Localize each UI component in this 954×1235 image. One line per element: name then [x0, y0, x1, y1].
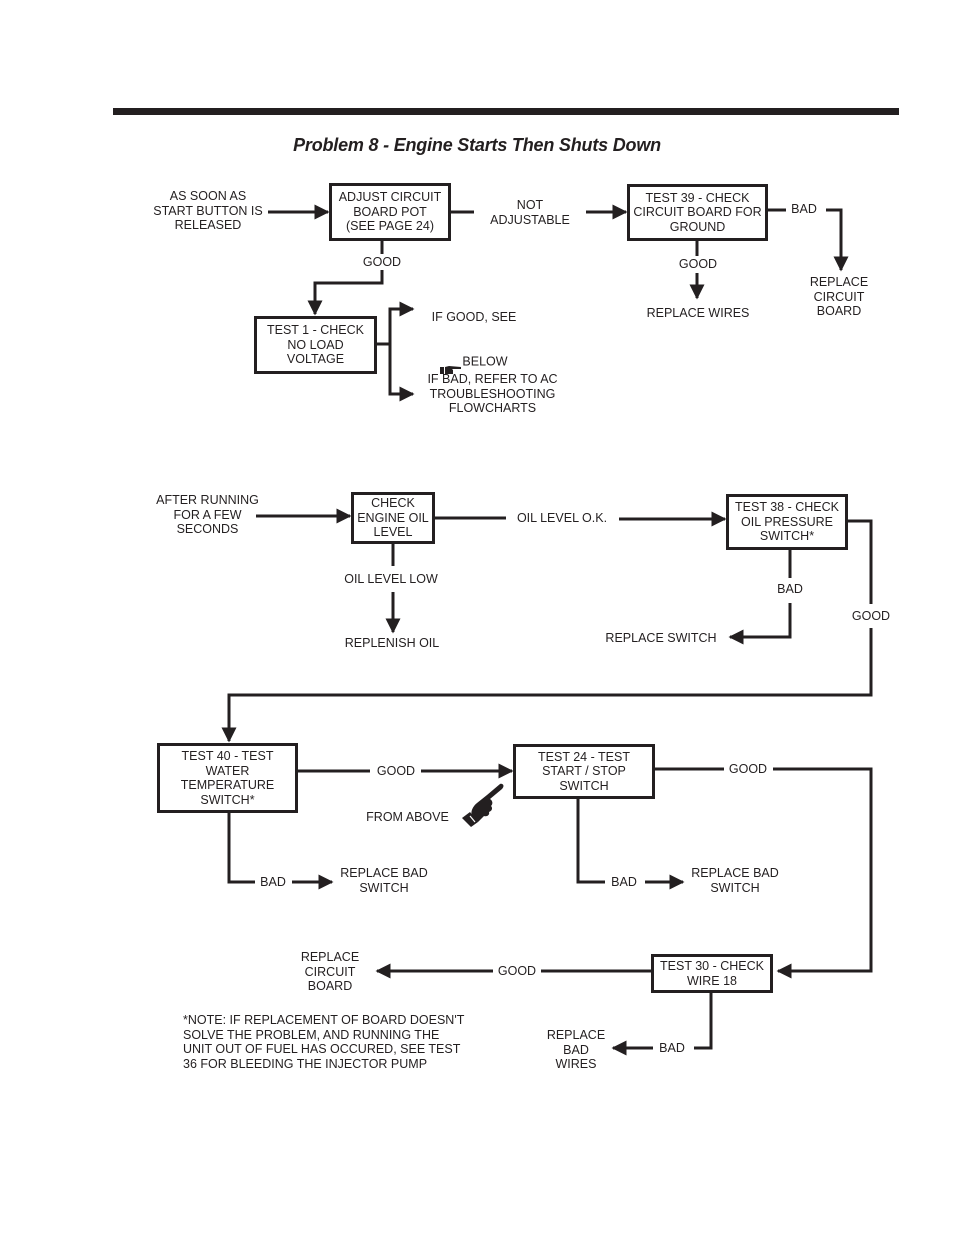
connector-lines: [221, 204, 873, 1056]
arrow-test1-bad: [388, 344, 415, 402]
label-test38-bad: BAD: [777, 582, 803, 596]
pointing-hand-icon: [460, 782, 506, 833]
start-condition-2: AFTER RUNNING FOR A FEW SECONDS: [156, 493, 259, 536]
arrow-good-to-test40: [221, 628, 873, 743]
label-oil-low: OIL LEVEL LOW: [344, 572, 438, 586]
label-test30-good: GOOD: [497, 964, 537, 978]
label-test39-bad: BAD: [791, 202, 817, 216]
if-good-line1: IF GOOD, SEE: [431, 310, 517, 324]
box-test24: TEST 24 - TEST START / STOP SWITCH: [513, 744, 655, 799]
arrow-test1-good: [388, 301, 415, 344]
label-test39-good: GOOD: [678, 257, 718, 271]
label-test24-bad: BAD: [611, 875, 637, 889]
box-test30: TEST 30 - CHECK WIRE 18: [651, 954, 773, 993]
label-if-good: IF GOOD, SEE BELOW: [424, 290, 524, 380]
label-from-above: FROM ABOVE: [366, 810, 449, 824]
label-pot-good: GOOD: [362, 255, 402, 269]
result-replace-board-2: REPLACE CIRCUIT BOARD: [300, 950, 360, 993]
arrow-bad-to-replace-switch: [728, 603, 792, 645]
footnote: *NOTE: IF REPLACEMENT OF BOARD DOESN'T S…: [183, 1013, 465, 1071]
arrow-bad-to-replace-board: [826, 208, 849, 272]
result-replenish-oil: REPLENISH OIL: [344, 636, 440, 650]
line-test38-good-top: [848, 519, 873, 604]
arrow-good-to-test30: [773, 767, 873, 979]
line-test30-bad: [694, 992, 713, 1050]
result-replace-bad-wires: REPLACE BAD WIRES: [546, 1028, 606, 1071]
result-replace-wires: REPLACE WIRES: [646, 306, 750, 320]
box-adjust-pot: ADJUST CIRCUIT BOARD POT (SEE PAGE 24): [329, 183, 451, 241]
label-if-bad: IF BAD, REFER TO AC TROUBLESHOOTING FLOW…: [427, 372, 558, 415]
label-test24-good: GOOD: [728, 762, 768, 776]
result-replace-bad-switch-2: REPLACE BAD SWITCH: [691, 866, 779, 895]
box-test38: TEST 38 - CHECK OIL PRESSURE SWITCH*: [726, 494, 848, 550]
label-not-adjustable: NOT ADJUSTABLE: [490, 198, 570, 227]
result-replace-board-1: REPLACE CIRCUIT BOARD: [809, 275, 869, 318]
box-test39: TEST 39 - CHECK CIRCUIT BOARD FOR GROUND: [627, 184, 768, 241]
label-test30-bad: BAD: [659, 1041, 685, 1055]
label-test38-good: GOOD: [851, 609, 891, 623]
start-condition-1: AS SOON AS START BUTTON IS RELEASED: [153, 189, 263, 232]
result-replace-bad-switch-1: REPLACE BAD SWITCH: [340, 866, 428, 895]
result-replace-switch: REPLACE SWITCH: [605, 631, 717, 645]
label-oil-ok: OIL LEVEL O.K.: [516, 511, 608, 525]
arrow-good-to-test1: [307, 270, 384, 316]
label-test40-good: GOOD: [376, 764, 416, 778]
box-test40: TEST 40 - TEST WATER TEMPERATURE SWITCH*: [157, 743, 298, 813]
if-good-line2: BELOW: [462, 354, 508, 369]
box-check-oil: CHECK ENGINE OIL LEVEL: [351, 492, 435, 544]
label-test40-bad: BAD: [260, 875, 286, 889]
line-test24-bad: [576, 798, 605, 884]
box-test1: TEST 1 - CHECK NO LOAD VOLTAGE: [254, 316, 377, 374]
line-test40-bad: [227, 811, 255, 884]
